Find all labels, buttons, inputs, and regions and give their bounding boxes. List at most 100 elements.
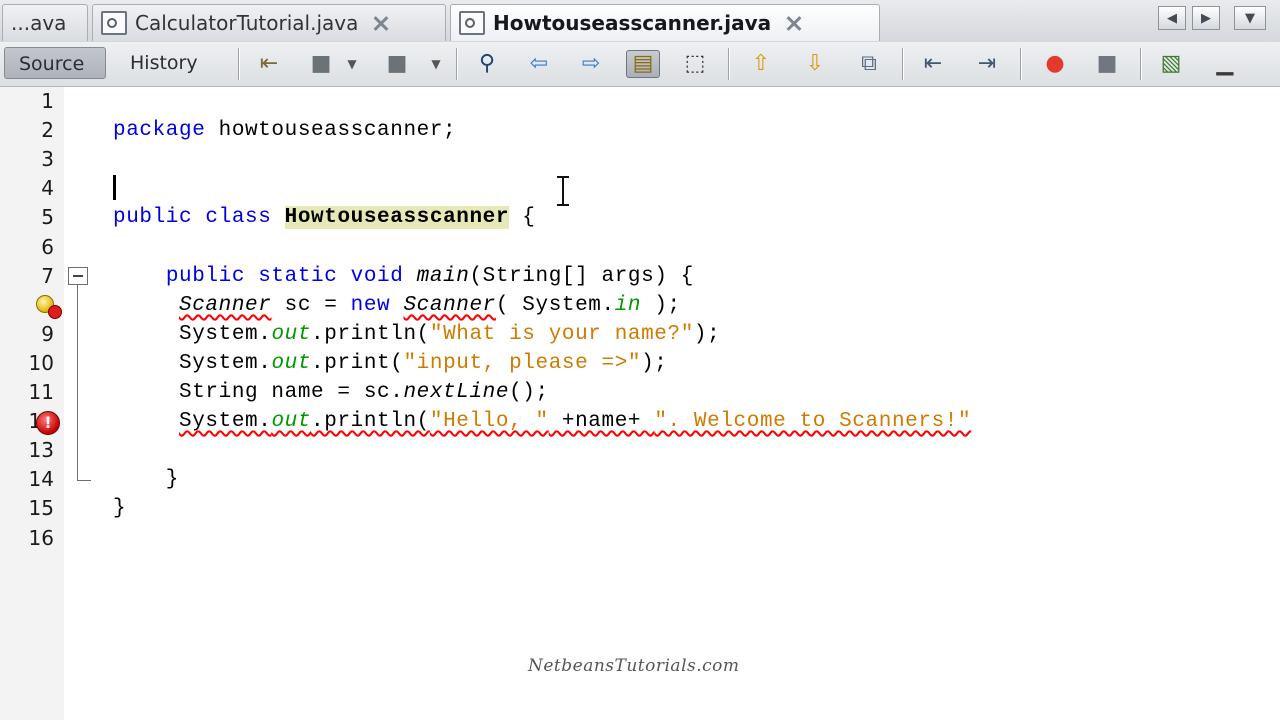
line-number: 4 [41, 176, 54, 201]
close-tab-icon[interactable] [785, 14, 803, 32]
code-token: "Hello, " [429, 410, 549, 434]
code-token: System. [113, 322, 272, 346]
back-to-last-edit-icon[interactable]: ⇤ [252, 50, 286, 78]
editor-toolbar: Source History ⇤ ■ ▼ ■ ▼ ⚲ ⇦ ⇨ ▤ ⬚ ⇧ ⇩ ⧉… [0, 42, 1280, 87]
code-token: package [113, 119, 206, 143]
scroll-tabs-right-button[interactable]: ▶ [1192, 6, 1220, 30]
code-token: public [113, 206, 193, 230]
code-token: .println( [311, 322, 430, 346]
back-dropdown-icon[interactable]: ▼ [340, 50, 364, 78]
error-badge-icon[interactable]: ! [36, 411, 60, 435]
code-token: String name = sc. [113, 381, 404, 404]
line-number: 2 [41, 118, 54, 143]
code-token: new [350, 293, 391, 317]
line-number: 15 [28, 496, 54, 521]
code-line[interactable]: System.out.println("Hello, " +name+ ". W… [113, 407, 971, 436]
line-number: 5 [41, 205, 54, 230]
find-previous-icon[interactable]: ⇦ [522, 50, 556, 78]
show-opened-documents-button[interactable]: ▼ [1234, 6, 1266, 30]
fold-collapse-icon[interactable] [68, 267, 88, 285]
java-file-icon [101, 11, 127, 35]
code-token: "input, please =>" [403, 351, 642, 375]
code-editor[interactable]: package howtouseasscanner; public class H… [96, 87, 1280, 720]
code-line[interactable]: } [113, 465, 179, 494]
line-number-gutter[interactable]: 12345678910111213141516 [0, 87, 65, 720]
code-line[interactable]: public static void main(String[] args) { [113, 262, 694, 291]
tab-label: ...ava [11, 11, 67, 35]
toolbar-separator [728, 48, 730, 80]
toggle-rect-select-icon[interactable]: ⬚ [678, 50, 712, 78]
toggle-bookmark-icon[interactable]: ⧉ [852, 50, 886, 78]
code-line[interactable]: Scanner sc = new Scanner( System.in ); [113, 291, 681, 320]
code-line[interactable]: System.out.print("input, please =>"); [113, 349, 668, 378]
code-token: howtouseasscanner; [205, 119, 457, 143]
start-macro-icon[interactable]: ● [1038, 50, 1072, 78]
code-token: main [416, 264, 470, 288]
next-bookmark-icon[interactable]: ⇩ [798, 50, 832, 78]
code-token: } [113, 468, 180, 492]
previous-bookmark-icon[interactable]: ⇧ [744, 50, 778, 78]
java-file-icon [459, 11, 485, 35]
code-token: { [509, 206, 536, 230]
code-token: "What is your name?" [429, 322, 694, 346]
source-tab[interactable]: Source [4, 47, 106, 79]
fold-margin [64, 87, 96, 720]
code-token: } [113, 497, 127, 521]
shift-right-icon[interactable]: ⇥ [970, 50, 1004, 78]
tab-label: Howtouseasscanner.java [493, 11, 772, 35]
code-line[interactable]: public class Howtouseasscanner { [113, 203, 535, 232]
fold-guide [77, 285, 78, 481]
text-caret [113, 175, 116, 200]
close-tab-icon[interactable] [372, 14, 390, 32]
hint-warning-bulb-icon[interactable] [36, 295, 64, 321]
line-number: 11 [28, 380, 54, 404]
code-token: out [271, 351, 312, 375]
code-line[interactable]: } [113, 494, 126, 523]
shift-left-icon[interactable]: ⇤ [916, 50, 950, 78]
line-number: 10 [28, 350, 54, 375]
toolbar-separator [1020, 48, 1022, 80]
uncomment-icon[interactable]: ▁ [1208, 50, 1242, 78]
code-token: System. [179, 410, 272, 434]
tab-howtouseasscanner[interactable]: Howtouseasscanner.java [450, 4, 880, 41]
toolbar-separator [456, 48, 458, 80]
tab-label: CalculatorTutorial.java [135, 11, 359, 35]
code-token: .print( [311, 351, 404, 375]
tab-truncated[interactable]: ...ava [2, 4, 88, 41]
back-icon[interactable]: ■ [304, 50, 338, 78]
line-number: 3 [41, 147, 54, 172]
forward-icon[interactable]: ■ [380, 50, 414, 78]
code-line[interactable]: package howtouseasscanner; [113, 116, 456, 145]
code-token: Howtouseasscanner [284, 206, 510, 230]
history-tab[interactable]: History [116, 47, 228, 79]
code-token: +name+ [548, 410, 655, 434]
code-token: Scanner [403, 293, 496, 317]
find-icon[interactable]: ⚲ [470, 50, 504, 78]
fold-guide-end [77, 480, 91, 481]
scroll-tabs-left-button[interactable]: ◀ [1158, 6, 1186, 30]
comment-icon[interactable]: ▧ [1154, 50, 1188, 78]
code-token: .println( [311, 410, 430, 434]
forward-dropdown-icon[interactable]: ▼ [424, 50, 448, 78]
line-number: 14 [28, 467, 54, 492]
toolbar-separator [238, 48, 240, 80]
code-line[interactable]: String name = sc.nextLine(); [113, 378, 549, 407]
toggle-highlight-icon[interactable]: ▤ [626, 50, 660, 78]
toolbar-separator [1140, 48, 1142, 80]
find-next-icon[interactable]: ⇨ [574, 50, 608, 78]
code-token: void [350, 264, 404, 288]
code-token: ); [641, 351, 668, 375]
line-number: 9 [41, 321, 54, 346]
code-line[interactable]: System.out.println("What is your name?")… [113, 320, 720, 349]
code-token: ". Welcome to Scanners!" [654, 410, 972, 434]
stop-macro-icon[interactable]: ■ [1090, 50, 1124, 78]
tab-calculator-tutorial[interactable]: CalculatorTutorial.java [92, 4, 446, 41]
toolbar-separator [902, 48, 904, 80]
